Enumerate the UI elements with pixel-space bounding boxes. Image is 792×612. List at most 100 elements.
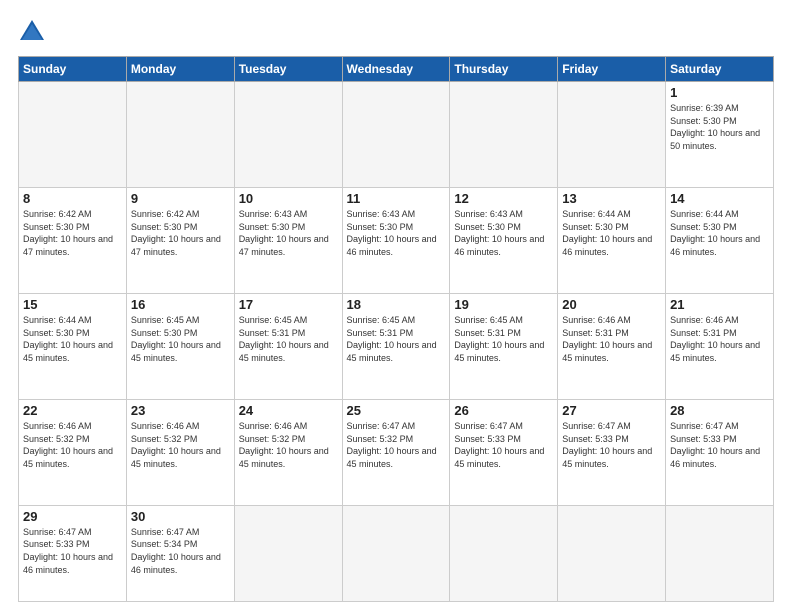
sunrise-text: Sunrise: 6:47 AM [23,527,92,537]
calendar-table: SundayMondayTuesdayWednesdayThursdayFrid… [18,56,774,602]
sunrise-text: Sunrise: 6:45 AM [454,315,523,325]
calendar-header-wednesday: Wednesday [342,57,450,82]
sunrise-text: Sunrise: 6:44 AM [670,209,739,219]
sunrise-text: Sunrise: 6:42 AM [23,209,92,219]
sunset-text: Sunset: 5:33 PM [23,539,90,549]
calendar-day-10: 10Sunrise: 6:43 AMSunset: 5:30 PMDayligh… [234,187,342,293]
calendar-day-22: 22Sunrise: 6:46 AMSunset: 5:32 PMDayligh… [19,399,127,505]
calendar-week-row: 8Sunrise: 6:42 AMSunset: 5:30 PMDaylight… [19,187,774,293]
calendar-empty-cell [450,505,558,601]
day-number: 22 [23,403,122,418]
sunset-text: Sunset: 5:32 PM [131,434,198,444]
day-info: Sunrise: 6:43 AMSunset: 5:30 PMDaylight:… [347,208,446,258]
calendar-day-25: 25Sunrise: 6:47 AMSunset: 5:32 PMDayligh… [342,399,450,505]
header [18,18,774,46]
day-info: Sunrise: 6:45 AMSunset: 5:31 PMDaylight:… [239,314,338,364]
day-number: 21 [670,297,769,312]
daylight-text: Daylight: 10 hours and 45 minutes. [131,340,221,363]
day-number: 24 [239,403,338,418]
day-info: Sunrise: 6:46 AM Sunset: 5:32 PM Daylight:… [239,420,338,470]
day-number: 16 [131,297,230,312]
daylight-text: Daylight: 10 hours and 46 minutes. [347,234,437,257]
sunset-text: Sunset: 5:30 PM [670,116,737,126]
daylight-text: Daylight: 10 hours and 45 minutes. [454,340,544,363]
calendar-day-15: 15Sunrise: 6:44 AMSunset: 5:30 PMDayligh… [19,293,127,399]
calendar-day-29: 29Sunrise: 6:47 AMSunset: 5:33 PMDayligh… [19,505,127,601]
calendar-empty-cell [126,82,234,188]
calendar-header-row: SundayMondayTuesdayWednesdayThursdayFrid… [19,57,774,82]
calendar-empty-cell [558,82,666,188]
sunset-text: Sunset: 5:30 PM [670,222,737,232]
calendar-week-row: 15Sunrise: 6:44 AMSunset: 5:30 PMDayligh… [19,293,774,399]
daylight-text: Daylight: 10 hours and 45 minutes. [131,446,221,469]
sunrise-text: Sunrise: 6:46 AM [562,315,631,325]
logo-icon [18,18,46,46]
calendar-day-17: 17Sunrise: 6:45 AMSunset: 5:31 PMDayligh… [234,293,342,399]
sunrise-text: Sunrise: 6:46 AM [239,421,308,431]
calendar-day-23: 23Sunrise: 6:46 AMSunset: 5:32 PMDayligh… [126,399,234,505]
sunset-text: Sunset: 5:32 PM [239,434,306,444]
sunrise-text: Sunrise: 6:46 AM [670,315,739,325]
sunrise-text: Sunrise: 6:43 AM [347,209,416,219]
day-number: 28 [670,403,769,418]
page: SundayMondayTuesdayWednesdayThursdayFrid… [0,0,792,612]
calendar-header-monday: Monday [126,57,234,82]
daylight-text: Daylight: 10 hours and 45 minutes. [239,446,329,469]
sunset-text: Sunset: 5:30 PM [23,328,90,338]
day-info: Sunrise: 6:47 AMSunset: 5:34 PMDaylight:… [131,526,230,576]
daylight-text: Daylight: 10 hours and 45 minutes. [562,340,652,363]
sunset-text: Sunset: 5:30 PM [131,222,198,232]
calendar-day-24: 24 Sunrise: 6:46 AM Sunset: 5:32 PM Dayligh… [234,399,342,505]
day-info: Sunrise: 6:46 AM Sunset: 5:32 PM Daylight:… [131,420,230,470]
calendar-day-9: 9Sunrise: 6:42 AMSunset: 5:30 PMDaylight… [126,187,234,293]
day-info: Sunrise: 6:39 AMSunset: 5:30 PMDaylight:… [670,102,769,152]
day-info: Sunrise: 6:47 AM Sunset: 5:33 PM Daylight:… [23,526,122,576]
calendar-empty-cell [234,82,342,188]
day-number: 10 [239,191,338,206]
day-info: Sunrise: 6:46 AM Sunset: 5:31 PM Daylight:… [562,314,661,364]
calendar-day-1: 1Sunrise: 6:39 AMSunset: 5:30 PMDaylight… [666,82,774,188]
calendar-empty-cell [666,505,774,601]
day-info: Sunrise: 6:42 AMSunset: 5:30 PMDaylight:… [23,208,122,258]
daylight-text: Daylight: 10 hours and 46 minutes. [131,552,221,575]
sunset-text: Sunset: 5:31 PM [454,328,521,338]
sunrise-text: Sunrise: 6:47 AM [347,421,416,431]
daylight-text: Daylight: 10 hours and 45 minutes. [347,446,437,469]
calendar-day-26: 26Sunrise: 6:47 AMSunset: 5:33 PMDayligh… [450,399,558,505]
sunrise-text: Sunrise: 6:45 AM [131,315,200,325]
calendar-week-row: 22 Sunrise: 6:46 AM Sunset: 5:32 PM Dayligh… [19,399,774,505]
daylight-text: Daylight: 10 hours and 46 minutes. [670,446,760,469]
sunset-text: Sunset: 5:31 PM [562,328,629,338]
calendar-day-27: 27Sunrise: 6:47 AMSunset: 5:33 PMDayligh… [558,399,666,505]
day-number: 19 [454,297,553,312]
sunset-text: Sunset: 5:32 PM [347,434,414,444]
day-info: Sunrise: 6:43 AMSunset: 5:30 PMDaylight:… [454,208,553,258]
day-number: 14 [670,191,769,206]
daylight-text: Daylight: 10 hours and 47 minutes. [239,234,329,257]
day-info: Sunrise: 6:44 AMSunset: 5:30 PMDaylight:… [562,208,661,258]
daylight-text: Daylight: 10 hours and 46 minutes. [562,234,652,257]
logo [18,18,50,46]
sunrise-text: Sunrise: 6:43 AM [454,209,523,219]
sunset-text: Sunset: 5:33 PM [454,434,521,444]
calendar-day-8: 8 Sunrise: 6:42 AMSunset: 5:30 PMDaylight… [19,187,127,293]
sunrise-text: Sunrise: 6:45 AM [239,315,308,325]
sunrise-text: Sunrise: 6:44 AM [23,315,92,325]
calendar-day-21: 21Sunrise: 6:46 AMSunset: 5:31 PMDayligh… [666,293,774,399]
daylight-text: Daylight: 10 hours and 46 minutes. [23,552,113,575]
calendar-header-tuesday: Tuesday [234,57,342,82]
calendar-day-28: 28Sunrise: 6:47 AMSunset: 5:33 PMDayligh… [666,399,774,505]
day-number: 13 [562,191,661,206]
sunset-text: Sunset: 5:30 PM [454,222,521,232]
day-info: Sunrise: 6:47 AMSunset: 5:33 PMDaylight:… [454,420,553,470]
sunrise-text: Sunrise: 6:47 AM [562,421,631,431]
daylight-text: Daylight: 10 hours and 45 minutes. [239,340,329,363]
calendar-day-30: 30Sunrise: 6:47 AMSunset: 5:34 PMDayligh… [126,505,234,601]
calendar-empty-cell [234,505,342,601]
calendar-day-12: 12Sunrise: 6:43 AMSunset: 5:30 PMDayligh… [450,187,558,293]
day-number: 8 [23,191,122,206]
sunrise-text: Sunrise: 6:46 AM [131,421,200,431]
sunset-text: Sunset: 5:31 PM [670,328,737,338]
calendar-day-18: 18Sunrise: 6:45 AMSunset: 5:31 PMDayligh… [342,293,450,399]
day-number: 12 [454,191,553,206]
